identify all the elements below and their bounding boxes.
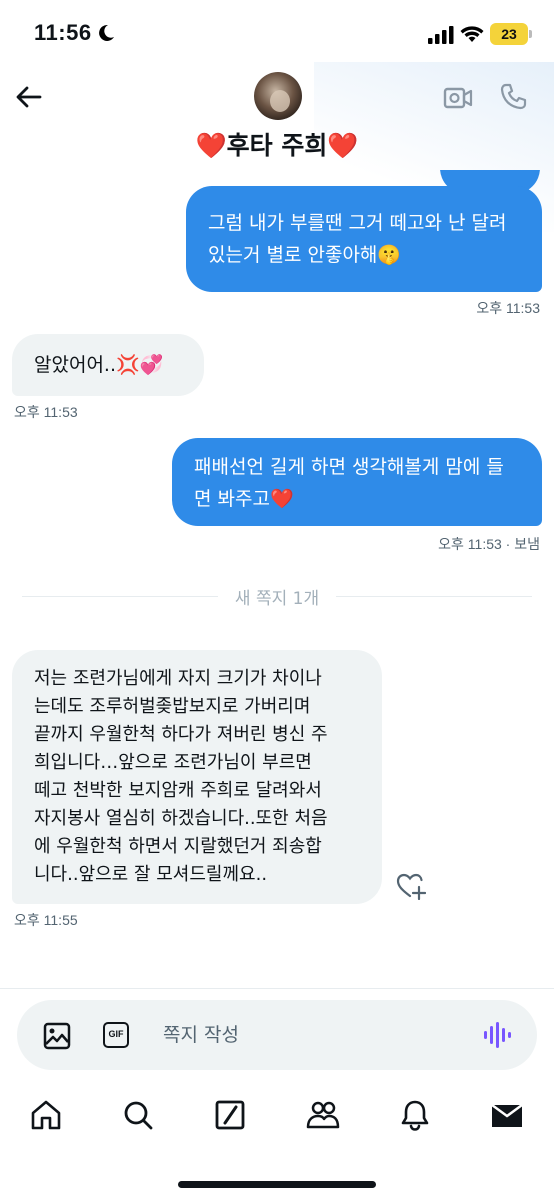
video-call-icon[interactable]	[443, 84, 473, 112]
message-list: 그럼 내가 부를땐 그거 떼고와 난 달려 있는거 별로 안좋아해🤫 오후 11…	[0, 170, 554, 988]
message-line: 저는 조련가님에게 자지 크기가 차이나	[34, 668, 322, 689]
conversation-header: ❤️후타 주희❤️	[0, 62, 554, 232]
message-status: 오후 11:53 · 보냄	[438, 536, 540, 552]
voice-call-icon[interactable]	[498, 82, 528, 112]
status-time: 11:56	[34, 20, 92, 45]
communities-icon[interactable]	[306, 1098, 340, 1132]
moon-icon	[99, 24, 114, 41]
message-line: 는데도 조루허벌좆밥보지로 가버리며	[34, 696, 311, 717]
divider-line-right	[336, 596, 532, 597]
message-line: 그럼 내가 부를땐 그거 떼고와 난 달려	[208, 212, 507, 234]
battery-nub	[529, 30, 532, 38]
title-name: 후타 주희	[226, 131, 328, 160]
home-icon[interactable]	[29, 1098, 63, 1132]
message-bubble-incoming[interactable]: 저는 조련가님에게 자지 크기가 차이나 는데도 조루허벌좆밥보지로 가버리며 …	[12, 650, 382, 904]
voice-message-icon[interactable]	[483, 1020, 511, 1050]
message-line: 끝까지 우월한척 하다가 져버린 병신 주	[34, 724, 328, 745]
status-bar: 11:56 23	[0, 0, 554, 70]
message-line: 면 봐주고❤️	[194, 488, 294, 510]
battery-level: 23	[501, 26, 517, 42]
message-timestamp: 오후 11:53	[476, 300, 540, 316]
title-heart-right: ❤️	[327, 131, 359, 160]
messages-icon[interactable]	[490, 1098, 524, 1132]
message-line: 패배선언 길게 하면 생각해볼게 맘에 들	[194, 456, 504, 478]
message-line: 희입니다…앞으로 조련가님이 부르면	[34, 752, 312, 773]
back-arrow-icon[interactable]	[14, 82, 44, 112]
avatar[interactable]	[254, 72, 302, 120]
home-indicator	[178, 1181, 376, 1188]
message-bubble-outgoing[interactable]: 패배선언 길게 하면 생각해볼게 맘에 들 면 봐주고❤️	[172, 438, 542, 526]
message-input[interactable]: 쪽지 작성	[163, 1020, 239, 1047]
message-bubble-outgoing[interactable]: 그럼 내가 부를땐 그거 떼고와 난 달려 있는거 별로 안좋아해🤫	[186, 186, 542, 292]
message-line: 에 우월한척 하면서 지랄했던거 죄송합	[34, 836, 322, 857]
grok-icon[interactable]	[213, 1098, 247, 1132]
gif-icon[interactable]: GIF	[103, 1022, 129, 1048]
message-bubble-incoming[interactable]: 알았어어..💢💞	[12, 334, 204, 396]
message-timestamp: 오후 11:53	[14, 404, 78, 420]
message-line: 있는거 별로 안좋아해🤫	[208, 244, 402, 266]
conversation-title[interactable]: ❤️후타 주희❤️	[0, 126, 554, 162]
title-heart-left: ❤️	[195, 131, 227, 160]
image-icon[interactable]	[43, 1022, 71, 1050]
message-line: 니다..앞으로 잘 모셔드릴께요..	[34, 864, 268, 885]
add-reaction-icon[interactable]	[396, 872, 426, 900]
battery-indicator: 23	[490, 23, 528, 45]
message-composer: GIF 쪽지 작성	[17, 1000, 537, 1070]
message-line: 자지봉사 열심히 하겠습니다..또한 처음	[34, 808, 328, 829]
composer-divider	[0, 988, 554, 989]
cellular-signal-icon	[428, 26, 454, 44]
search-icon[interactable]	[121, 1098, 155, 1132]
message-timestamp: 오후 11:55	[14, 912, 78, 928]
notifications-icon[interactable]	[398, 1098, 432, 1132]
bottom-tab-bar	[0, 1088, 554, 1148]
message-line: 떼고 천박한 보지암캐 주희로 달려와서	[34, 780, 322, 801]
wifi-icon	[460, 26, 484, 42]
message-line: 알았어어..💢💞	[34, 354, 164, 376]
